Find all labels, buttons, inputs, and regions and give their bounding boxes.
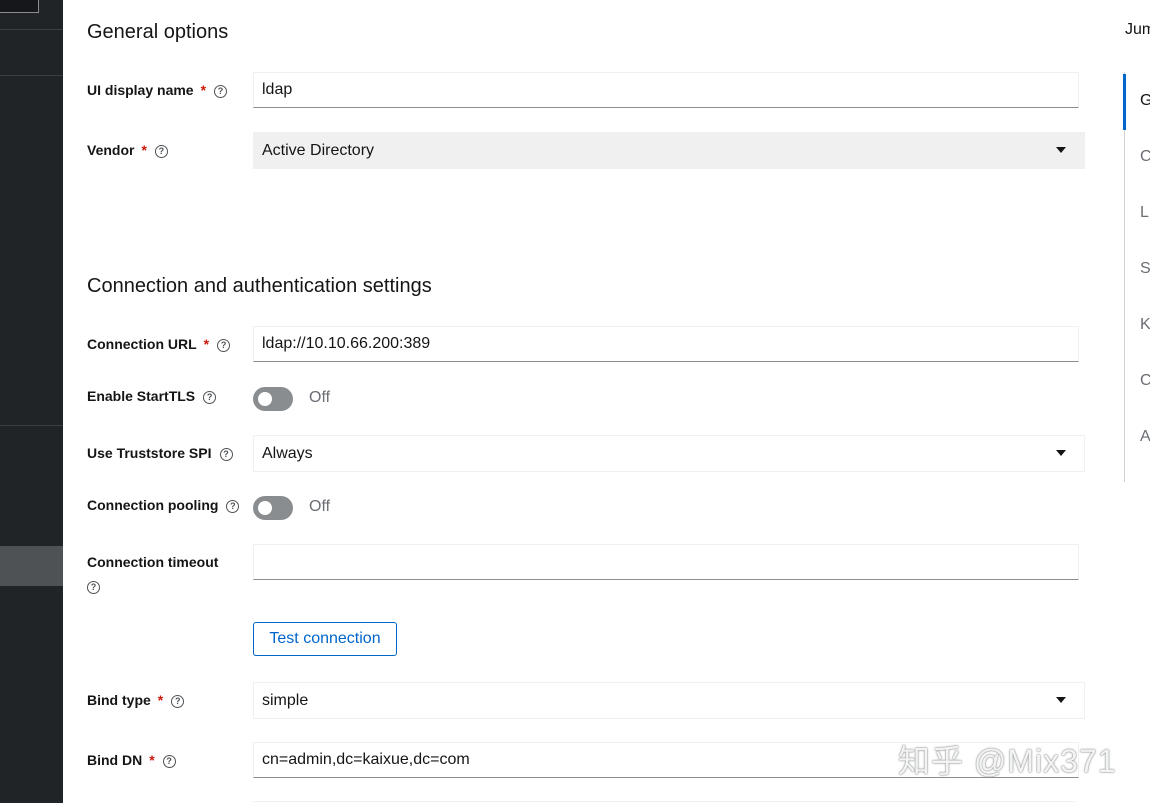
general-options-title: General options [87,21,229,43]
bind-type-label: Bind type *? [87,692,185,708]
help-icon[interactable]: ? [214,85,228,98]
help-icon[interactable]: ? [217,339,231,352]
bind-type-row: Bind type *? simple [87,682,1087,719]
timeout-label: Connection timeout [87,554,219,570]
jump-link-sync[interactable]: S [1140,260,1150,278]
sidebar-divider [0,29,63,30]
display-name-label: UI display name *? [87,82,228,98]
sidebar-divider [0,425,63,426]
vendor-value: Active Directory [262,142,375,159]
display-name-row: UI display name *? ldap [87,72,1087,108]
switch-track[interactable] [253,496,293,520]
vendor-select[interactable]: Active Directory [253,132,1085,169]
required-marker: * [200,82,207,98]
chevron-down-icon [1056,697,1066,703]
truststore-select[interactable]: Always [253,435,1085,472]
sidebar-item-active[interactable] [0,546,63,586]
jump-link-kerberos[interactable]: K [1140,316,1150,334]
starttls-label: Enable StartTLS? [87,388,217,404]
jump-link-connection[interactable]: C [1140,148,1150,166]
sidebar-top-control[interactable] [0,0,39,13]
vendor-row: Vendor *? Active Directory [87,132,1087,169]
jump-links-title: Jum [1125,21,1150,38]
jump-links-panel: Jum G C L S K C A [1123,0,1150,803]
help-icon[interactable]: ? [87,581,100,594]
starttls-row: Enable StartTLS? Off [87,386,1087,412]
jump-link-ldap[interactable]: L [1140,204,1149,222]
nav-sidebar [0,0,63,803]
pooling-label: Connection pooling? [87,497,240,513]
help-icon[interactable]: ? [171,695,185,708]
truststore-label: Use Truststore SPI? [87,445,233,461]
help-icon[interactable]: ? [219,448,233,461]
vendor-label: Vendor *? [87,142,168,158]
help-icon[interactable]: ? [226,500,240,513]
bind-dn-label: Bind DN *? [87,752,176,768]
watermark: 知乎 @Mix371 [898,743,1117,779]
display-name-input[interactable]: ldap [253,72,1079,108]
truststore-value: Always [262,445,313,462]
test-connection-button[interactable]: Test connection [253,622,397,656]
pooling-row: Connection pooling? Off [87,495,1087,521]
bind-type-select[interactable]: simple [253,682,1085,719]
help-icon[interactable]: ? [154,145,168,158]
switch-knob [258,501,272,515]
jump-link-cache[interactable]: C [1140,372,1150,390]
switch-knob [258,392,272,406]
timeout-input[interactable] [253,544,1079,580]
chevron-down-icon [1056,450,1066,456]
timeout-help: ? [79,578,100,594]
required-marker: * [149,752,155,768]
connection-url-label: Connection URL *? [87,336,231,352]
required-marker: * [141,142,147,158]
pooling-state: Off [309,498,331,515]
starttls-state: Off [309,389,331,406]
jump-link-active-indicator [1123,74,1126,130]
help-icon[interactable]: ? [162,755,176,768]
switch-track[interactable] [253,387,293,411]
truststore-row: Use Truststore SPI? Always [87,435,1087,472]
jump-link-general[interactable]: G [1140,92,1150,110]
sidebar-divider [0,75,63,76]
connection-url-input[interactable]: ldap://10.10.66.200:389 [253,326,1079,362]
timeout-row: Connection timeout ? [87,544,1087,596]
required-marker: * [203,336,210,352]
chevron-down-icon [1056,147,1066,153]
connection-settings-title: Connection and authentication settings [87,275,432,297]
required-marker: * [157,692,164,708]
connection-url-row: Connection URL *? ldap://10.10.66.200:389 [87,326,1087,362]
main-content: General options UI display name *? ldap V… [63,0,1123,803]
help-icon[interactable]: ? [203,391,217,404]
bind-type-value: simple [262,692,309,709]
jump-link-advanced[interactable]: A [1140,428,1150,446]
jump-links-rail [1124,72,1125,482]
